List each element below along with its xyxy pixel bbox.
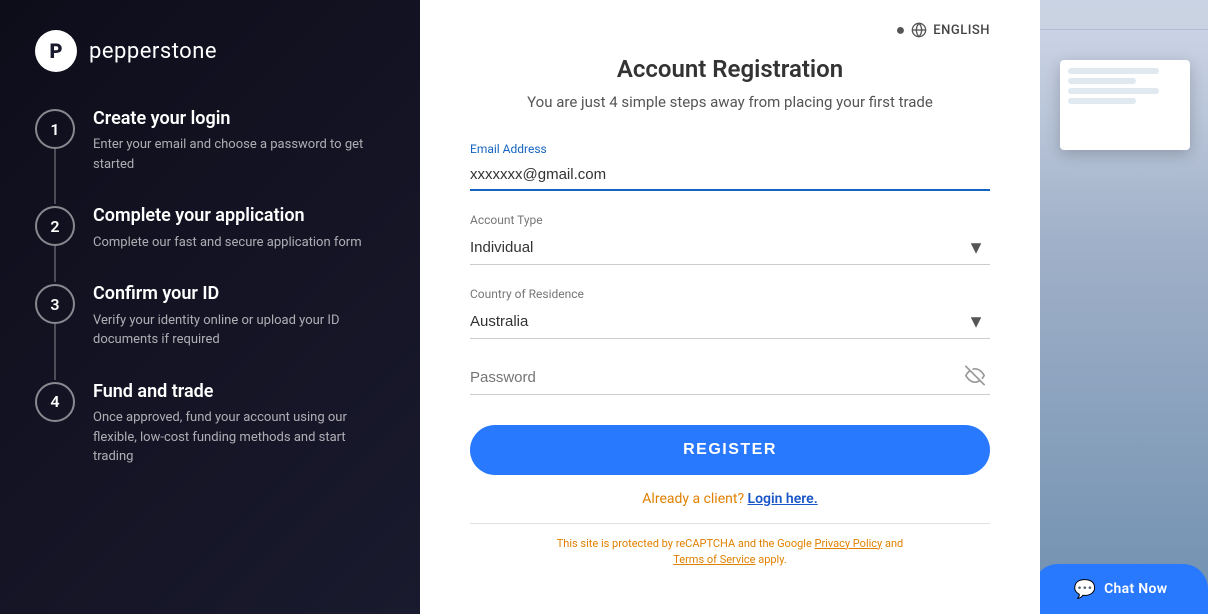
pepperstone-logo-icon: P	[35, 30, 77, 72]
country-group: Country of Residence Australia United Ki…	[470, 287, 990, 339]
step-circle-2: 2	[35, 206, 75, 246]
screen-line-4	[1068, 98, 1136, 104]
right-panel-background: 💬 Chat Now	[1040, 0, 1208, 614]
step-content-4: Fund and trade Once approved, fund your …	[93, 380, 373, 467]
account-type-label: Account Type	[470, 213, 990, 227]
registration-form-panel: ● ENGLISH Account Registration You are j…	[420, 0, 1040, 614]
step-circle-3: 3	[35, 284, 75, 324]
terms-of-service-link[interactable]: Terms of Service	[673, 553, 755, 566]
logo-area: P pepperstone	[35, 30, 385, 72]
account-type-wrapper: Individual Corporate ▼	[470, 231, 990, 265]
step-item-2: 2 Complete your application Complete our…	[35, 204, 385, 282]
step-content-2: Complete your application Complete our f…	[93, 204, 362, 252]
chat-bubble-icon: 💬	[1074, 579, 1096, 600]
email-label: Email Address	[470, 142, 990, 156]
account-type-select[interactable]: Individual Corporate	[470, 231, 990, 265]
form-subtitle: You are just 4 simple steps away from pl…	[470, 91, 990, 114]
left-panel: P pepperstone 1 Create your login Enter …	[0, 0, 420, 614]
right-panel-overlay	[1040, 0, 1208, 614]
screen-line-3	[1068, 88, 1159, 94]
country-wrapper: Australia United Kingdom United States C…	[470, 305, 990, 339]
login-link[interactable]: Login here.	[748, 491, 818, 507]
already-client-text: Already a client? Login here.	[470, 491, 990, 507]
register-button[interactable]: REGISTER	[470, 425, 990, 475]
email-field-group: Email Address	[470, 142, 990, 191]
account-type-group: Account Type Individual Corporate ▼	[470, 213, 990, 265]
country-select[interactable]: Australia United Kingdom United States C…	[470, 305, 990, 339]
eye-icon[interactable]	[965, 365, 985, 390]
step-item-1: 1 Create your login Enter your email and…	[35, 107, 385, 204]
email-input[interactable]	[470, 160, 990, 191]
chat-label: Chat Now	[1104, 581, 1167, 597]
password-wrapper	[470, 361, 990, 395]
step-desc-3: Verify your identity online or upload yo…	[93, 311, 373, 350]
top-bar-sim	[1040, 0, 1208, 30]
step-title-4: Fund and trade	[93, 380, 373, 403]
step-circle-1: 1	[35, 109, 75, 149]
content-sim	[1040, 30, 1208, 614]
pepperstone-logo-text: pepperstone	[89, 39, 217, 64]
step-item-3: 3 Confirm your ID Verify your identity o…	[35, 282, 385, 379]
step-content-1: Create your login Enter your email and c…	[93, 107, 373, 174]
step-desc-2: Complete our fast and secure application…	[93, 233, 362, 253]
recaptcha-text: This site is protected by reCAPTCHA and …	[470, 536, 990, 569]
globe-icon-svg	[911, 22, 927, 38]
screen-line-2	[1068, 78, 1136, 84]
step-title-3: Confirm your ID	[93, 282, 373, 305]
step-title-2: Complete your application	[93, 204, 362, 227]
step-circle-4: 4	[35, 382, 75, 422]
form-title: Account Registration	[470, 55, 990, 83]
password-input[interactable]	[470, 361, 990, 395]
country-label: Country of Residence	[470, 287, 990, 301]
language-selector[interactable]: ● ENGLISH	[470, 20, 990, 40]
globe-icon: ●	[896, 20, 906, 40]
step-desc-4: Once approved, fund your account using o…	[93, 408, 373, 467]
step-content-3: Confirm your ID Verify your identity onl…	[93, 282, 373, 349]
step-desc-1: Enter your email and choose a password t…	[93, 135, 373, 174]
screen-sim	[1060, 60, 1190, 150]
chat-widget[interactable]: 💬 Chat Now	[1040, 564, 1208, 614]
password-group	[470, 361, 990, 395]
privacy-policy-link[interactable]: Privacy Policy	[815, 537, 883, 550]
screen-line-1	[1068, 68, 1159, 74]
step-item-4: 4 Fund and trade Once approved, fund you…	[35, 380, 385, 467]
steps-list: 1 Create your login Enter your email and…	[35, 107, 385, 467]
divider	[470, 523, 990, 524]
language-label: ENGLISH	[933, 23, 990, 38]
step-title-1: Create your login	[93, 107, 373, 130]
